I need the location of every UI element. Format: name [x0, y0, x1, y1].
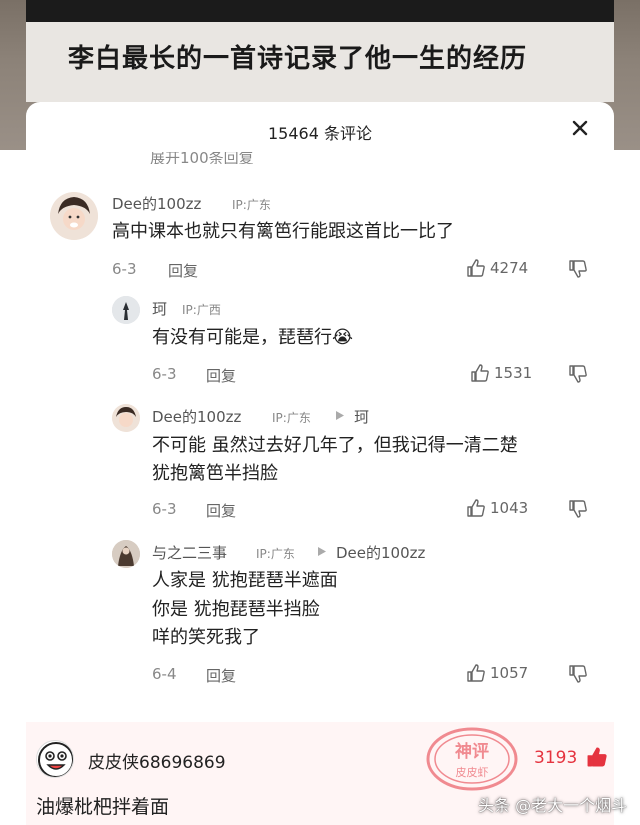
- comment-text: 高中课本也就只有篱笆行能跟这首比一比了: [112, 221, 454, 242]
- comment-text-line: 不可能 虽然过去好几年了，但我记得一清二楚: [152, 435, 518, 456]
- like-button[interactable]: 1531: [470, 363, 532, 383]
- comment-ip: IP:广东: [272, 411, 311, 425]
- thumbs-up-icon: [467, 499, 485, 517]
- thumbs-down-icon[interactable]: [568, 364, 588, 384]
- featured-username[interactable]: 皮皮侠68696869: [88, 748, 226, 773]
- comment-ip: IP:广东: [232, 198, 271, 212]
- like-count: 4274: [490, 259, 529, 277]
- reply-arrow-icon: [336, 411, 344, 420]
- avatar[interactable]: [112, 404, 140, 432]
- video-top-bar: [26, 0, 614, 22]
- reply-target-username[interactable]: Dee的100zz: [336, 542, 425, 563]
- reply-target-username[interactable]: 珂: [354, 406, 369, 427]
- featured-comment-text: 油爆枇杷拌着面: [36, 796, 170, 818]
- like-button[interactable]: 1057: [466, 663, 528, 683]
- stamp-text: 神评: [455, 741, 489, 762]
- comment-username[interactable]: Dee的100zz: [112, 193, 201, 214]
- comment-text-line: 犹抱篱笆半挡脸: [152, 463, 278, 484]
- reply-button[interactable]: 回复: [206, 665, 236, 686]
- avatar[interactable]: [112, 296, 140, 324]
- like-button[interactable]: 1043: [466, 498, 528, 518]
- comment-count-title: 15464 条评论: [268, 124, 372, 143]
- avatar[interactable]: [112, 540, 140, 568]
- avatar[interactable]: [36, 740, 74, 778]
- reply-button[interactable]: 回复: [206, 365, 236, 386]
- comment-date: 6-3: [112, 260, 137, 278]
- comment-date: 6-4: [152, 665, 177, 683]
- like-count: 1531: [494, 364, 533, 382]
- like-count: 1043: [490, 499, 529, 517]
- comment-text-content: 有没有可能是，琵琶行: [152, 327, 332, 348]
- god-comment-stamp: 神评 皮皮虾: [426, 727, 518, 791]
- sheet-header: 15464 条评论: [26, 102, 614, 154]
- reply-button[interactable]: 回复: [206, 500, 236, 521]
- comment-username[interactable]: Dee的100zz: [152, 406, 241, 427]
- stamp-subtext: 皮皮虾: [456, 766, 489, 779]
- avatar-figure-icon: [112, 540, 140, 568]
- comment-username[interactable]: 与之二三事: [152, 542, 227, 563]
- thumbs-up-icon: [471, 364, 489, 382]
- comment-username[interactable]: 珂: [152, 298, 167, 319]
- expand-replies-partial[interactable]: 展开100条回复: [150, 152, 254, 164]
- thumbs-down-icon[interactable]: [568, 259, 588, 279]
- thumbs-up-icon: [467, 259, 485, 277]
- video-caption: 李白最长的一首诗记录了他一生的经历: [68, 44, 528, 74]
- comment-text-line: 人家是 犹抱琵琶半遮面: [152, 570, 338, 591]
- comment-text-line: 咩的笑死我了: [152, 627, 260, 648]
- like-count: 1057: [490, 664, 529, 682]
- comment-text-line: 你是 犹抱琵琶半挡脸: [152, 599, 320, 620]
- comment-date: 6-3: [152, 365, 177, 383]
- comment-date: 6-3: [152, 500, 177, 518]
- avatar-face-icon: [50, 192, 98, 240]
- crying-emoji: 😭: [332, 327, 354, 348]
- thumbs-up-icon: [467, 664, 485, 682]
- thumbs-down-icon[interactable]: [568, 664, 588, 684]
- avatar-face-icon: [112, 404, 140, 432]
- comment-text: 有没有可能是，琵琶行😭: [152, 324, 353, 352]
- close-icon[interactable]: [570, 118, 590, 138]
- avatar-silhouette-icon: [112, 296, 140, 324]
- thumbs-down-icon[interactable]: [568, 499, 588, 519]
- featured-like-count: 3193: [534, 748, 578, 768]
- reply-button[interactable]: 回复: [168, 260, 198, 281]
- comment-ip: IP:广西: [182, 303, 221, 317]
- reply-arrow-icon: [318, 547, 326, 556]
- thumbs-up-filled-icon[interactable]: [586, 746, 608, 768]
- avatar[interactable]: [50, 192, 98, 240]
- like-button[interactable]: 4274: [466, 258, 528, 278]
- comment-ip: IP:广东: [256, 547, 295, 561]
- source-watermark: 头条 @老大一个烟斗: [478, 796, 628, 815]
